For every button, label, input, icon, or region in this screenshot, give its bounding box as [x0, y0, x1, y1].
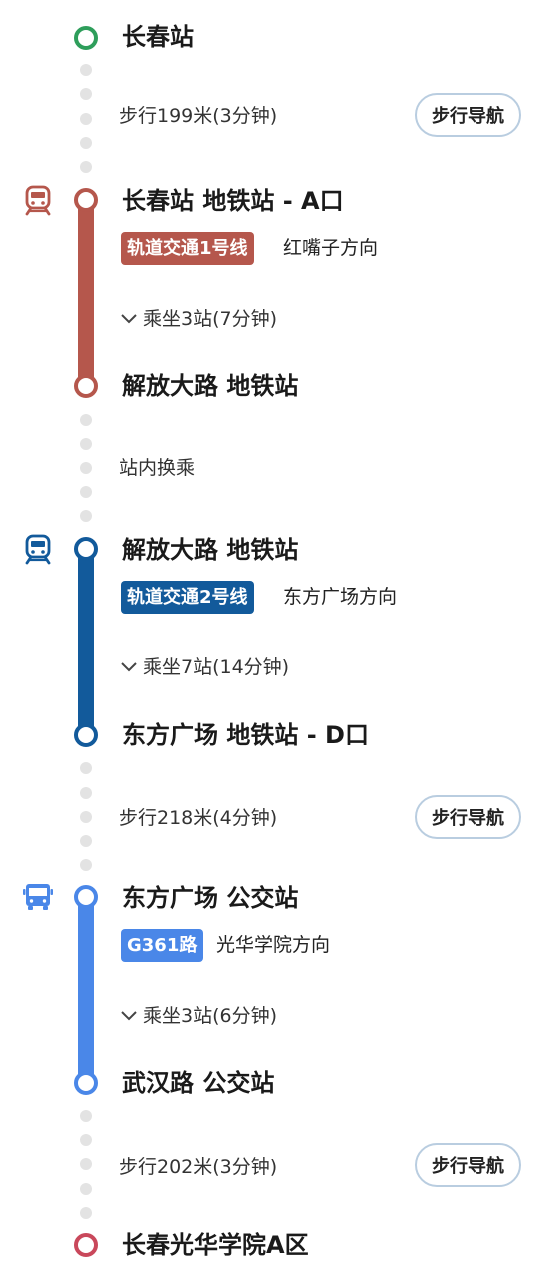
walk-dot: [80, 1158, 92, 1170]
bus-route-segment: [78, 895, 94, 1083]
board-station-name: 解放大路 地铁站: [122, 536, 299, 564]
start-station-name: 长春站: [122, 23, 194, 51]
walk-dot: [80, 1207, 92, 1219]
chevron-down-icon: [121, 314, 137, 324]
walk-navigation-button[interactable]: 步行导航: [415, 1143, 521, 1187]
transfer-dot: [80, 438, 92, 450]
ride-info: 乘坐7站(14分钟): [143, 656, 290, 678]
walk-info: 步行202米(3分钟): [119, 1156, 278, 1178]
walk-dot: [80, 1134, 92, 1146]
destination-name: 长春光华学院A区: [122, 1231, 309, 1259]
walk-navigation-button[interactable]: 步行导航: [415, 93, 521, 137]
bus-icon: [23, 884, 53, 910]
chevron-down-icon: [121, 1011, 137, 1021]
line-direction: 光华学院方向: [216, 934, 331, 956]
walk-dot: [80, 64, 92, 76]
alight-station-name: 解放大路 地铁站: [122, 372, 299, 400]
ride-stops-toggle[interactable]: 乘坐3站(6分钟): [119, 1004, 277, 1028]
end-node: [74, 1233, 98, 1257]
line2-alight-node: [74, 723, 98, 747]
walk-dot: [80, 859, 92, 871]
line-direction: 东方广场方向: [283, 586, 398, 608]
walk-dot: [80, 787, 92, 799]
line-direction: 红嘴子方向: [283, 237, 379, 259]
line2-board-node: [74, 537, 98, 561]
line-badge[interactable]: G361路: [121, 929, 204, 962]
bus-board-node: [74, 885, 98, 909]
transfer-dot: [80, 486, 92, 498]
board-station-name: 东方广场 公交站: [122, 884, 299, 912]
transfer-dot: [80, 510, 92, 522]
walk-navigation-button[interactable]: 步行导航: [415, 795, 521, 839]
line2-route-segment: [78, 547, 94, 735]
ride-stops-toggle[interactable]: 乘坐3站(7分钟): [119, 307, 277, 331]
board-station-name: 长春站 地铁站 - A口: [122, 187, 344, 215]
walk-dot: [80, 161, 92, 173]
alight-station-name: 东方广场 地铁站 - D口: [122, 721, 369, 749]
walk-info: 步行218米(4分钟): [119, 807, 278, 829]
line-badge[interactable]: 轨道交通2号线: [121, 581, 254, 614]
start-node: [74, 26, 98, 50]
ride-info: 乘坐3站(6分钟): [143, 1005, 278, 1027]
walk-dot: [80, 137, 92, 149]
chevron-down-icon: [121, 662, 137, 672]
line1-alight-node: [74, 374, 98, 398]
walk-dot: [80, 1110, 92, 1122]
ride-stops-toggle[interactable]: 乘坐7站(14分钟): [119, 655, 289, 679]
transfer-dot: [80, 462, 92, 474]
line1-route-segment: [78, 198, 94, 386]
transfer-dot: [80, 414, 92, 426]
line1-board-node: [74, 188, 98, 212]
walk-dot: [80, 113, 92, 125]
transfer-info: 站内换乘: [119, 457, 196, 479]
walk-dot: [80, 835, 92, 847]
walk-dot: [80, 811, 92, 823]
walk-dot: [80, 88, 92, 100]
subway-icon: [25, 534, 51, 565]
line-badge[interactable]: 轨道交通1号线: [121, 232, 254, 265]
walk-info: 步行199米(3分钟): [119, 105, 278, 127]
subway-icon: [25, 185, 51, 216]
ride-info: 乘坐3站(7分钟): [143, 308, 278, 330]
walk-dot: [80, 762, 92, 774]
bus-alight-node: [74, 1071, 98, 1095]
walk-dot: [80, 1183, 92, 1195]
alight-station-name: 武汉路 公交站: [122, 1069, 275, 1097]
